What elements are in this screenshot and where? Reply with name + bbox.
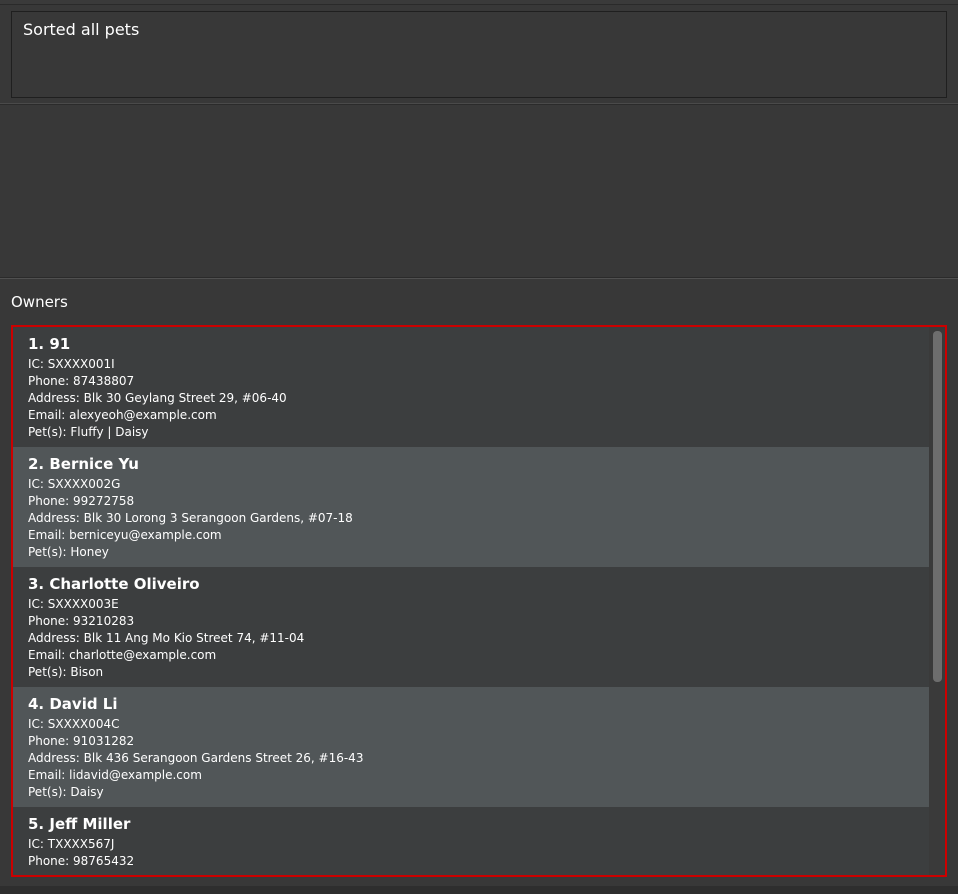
owner-address: Address: Blk 30 Lorong 3 Serangoon Garde… <box>28 511 353 525</box>
owner-ic: IC: TXXXX567J <box>28 837 115 851</box>
owners-title: Owners <box>11 293 68 311</box>
owner-pets: Pet(s): Honey <box>28 545 109 559</box>
result-message: Sorted all pets <box>23 20 140 39</box>
list-scrollbar[interactable] <box>929 327 945 875</box>
owner-list-content: 1. 91 IC: SXXXX001I Phone: 87438807 Addr… <box>13 327 931 875</box>
owner-email: Email: alexyeoh@example.com <box>28 408 217 422</box>
empty-panel <box>0 104 958 278</box>
owner-phone: Phone: 91031282 <box>28 734 135 748</box>
owner-phone: Phone: 99272758 <box>28 494 135 508</box>
owner-pets: Pet(s): Daisy <box>28 785 104 799</box>
owner-card[interactable]: 4. David Li IC: SXXXX004C Phone: 9103128… <box>13 687 931 807</box>
result-display-pane: Sorted all pets <box>0 5 958 104</box>
owner-card[interactable]: 2. Bernice Yu IC: SXXXX002G Phone: 99272… <box>13 447 931 567</box>
owner-ic: IC: SXXXX003E <box>28 597 119 611</box>
owner-pets: Pet(s): Bison <box>28 665 104 679</box>
owner-list[interactable]: 1. 91 IC: SXXXX001I Phone: 87438807 Addr… <box>11 325 947 877</box>
owners-panel: Owners 1. 91 IC: SXXXX001I Phone: 874388… <box>0 278 958 886</box>
owner-phone: Phone: 98765432 <box>28 854 135 868</box>
owner-name: 5. Jeff Miller <box>28 815 131 833</box>
owner-ic: IC: SXXXX001I <box>28 357 115 371</box>
owner-address: Address: Blk 11 Ang Mo Kio Street 74, #1… <box>28 631 305 645</box>
owner-name: 3. Charlotte Oliveiro <box>28 575 200 593</box>
owner-card[interactable]: 5. Jeff Miller IC: TXXXX567J Phone: 9876… <box>13 807 931 875</box>
owner-phone: Phone: 87438807 <box>28 374 135 388</box>
owner-address: Address: Blk 30 Geylang Street 29, #06-4… <box>28 391 287 405</box>
bottom-divider <box>0 886 958 894</box>
result-display-box[interactable]: Sorted all pets <box>11 11 947 98</box>
owner-phone: Phone: 93210283 <box>28 614 135 628</box>
owner-name: 1. 91 <box>28 335 71 353</box>
owner-email: Email: charlotte@example.com <box>28 648 217 662</box>
owner-name: 2. Bernice Yu <box>28 455 139 473</box>
owner-card[interactable]: 3. Charlotte Oliveiro IC: SXXXX003E Phon… <box>13 567 931 687</box>
owner-name: 4. David Li <box>28 695 118 713</box>
owner-ic: IC: SXXXX002G <box>28 477 121 491</box>
owner-card[interactable]: 1. 91 IC: SXXXX001I Phone: 87438807 Addr… <box>13 327 931 447</box>
owner-email: Email: berniceyu@example.com <box>28 528 222 542</box>
owner-ic: IC: SXXXX004C <box>28 717 120 731</box>
owner-pets: Pet(s): Fluffy | Daisy <box>28 425 149 439</box>
owner-email: Email: lidavid@example.com <box>28 768 202 782</box>
owner-address: Address: Blk 436 Serangoon Gardens Stree… <box>28 751 364 765</box>
scrollbar-thumb[interactable] <box>933 331 942 682</box>
